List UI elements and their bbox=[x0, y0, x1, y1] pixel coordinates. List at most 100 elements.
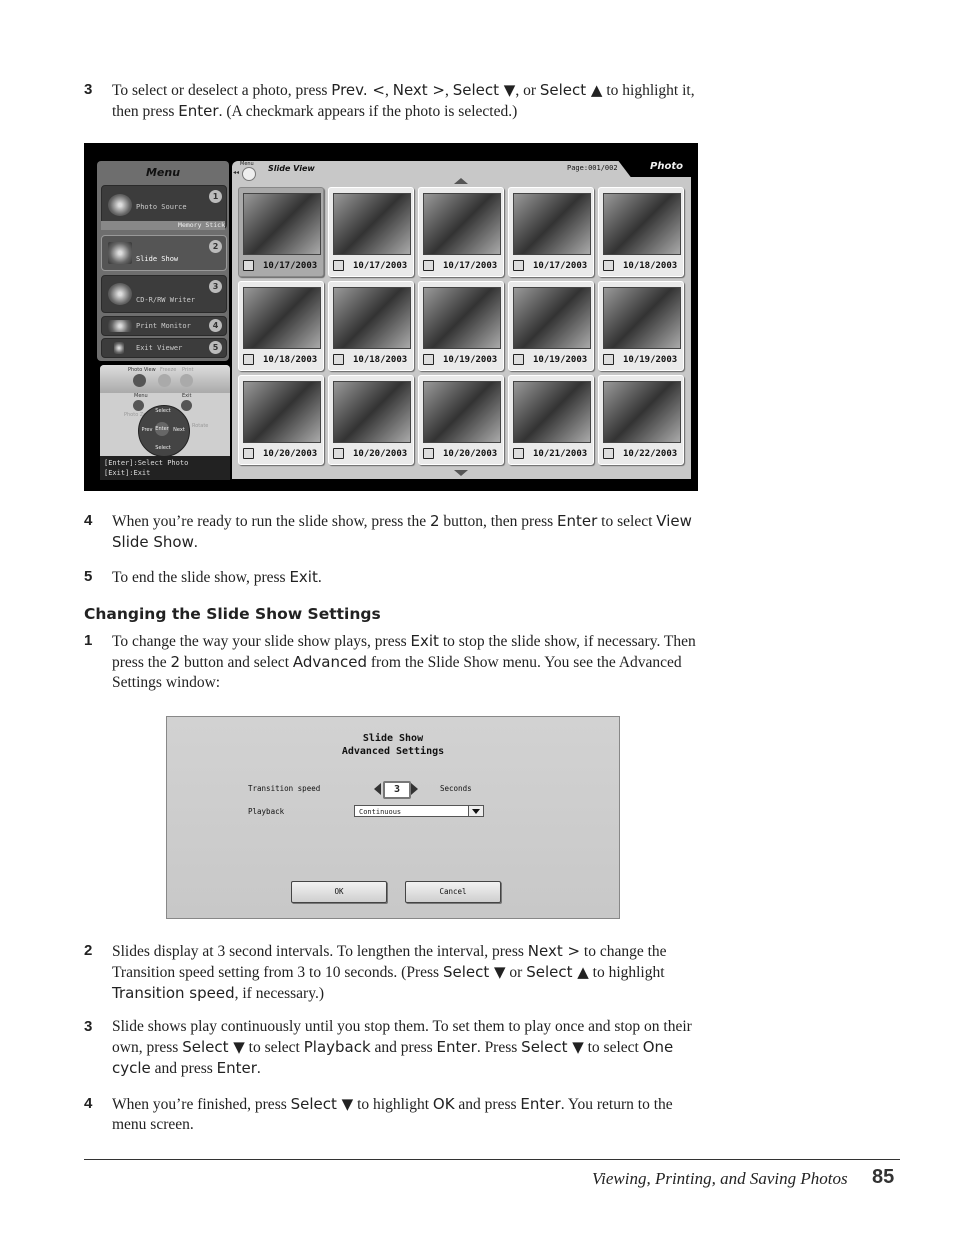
exit-button bbox=[181, 400, 192, 411]
photo-thumbnail[interactable]: 10/19/2003 bbox=[508, 281, 594, 371]
photo-thumbnail[interactable]: 10/17/2003 bbox=[418, 187, 504, 277]
photo-thumbnail[interactable]: 10/18/2003 bbox=[598, 187, 684, 277]
prev-label: Prev bbox=[141, 427, 153, 433]
scroll-down-arrow-icon[interactable] bbox=[454, 470, 468, 476]
photo-thumbnail[interactable]: 10/20/2003 bbox=[238, 375, 324, 465]
photo-thumbnail[interactable]: 10/17/2003 bbox=[508, 187, 594, 277]
photo-thumbnail[interactable]: 10/20/2003 bbox=[328, 375, 414, 465]
photo-thumbnail[interactable]: 10/17/2003 bbox=[328, 187, 414, 277]
text-run: and press bbox=[454, 1096, 521, 1113]
increase-arrow-icon[interactable] bbox=[411, 783, 418, 795]
text-run: or bbox=[505, 964, 527, 981]
text-run: , or bbox=[515, 82, 540, 99]
checkbox-icon[interactable] bbox=[513, 260, 524, 271]
menu-item-print-monitor[interactable]: Print Monitor 4 bbox=[101, 316, 227, 336]
step-number: 4 bbox=[84, 512, 93, 529]
photo-thumbnail[interactable]: 10/18/2003 bbox=[328, 281, 414, 371]
footer-chapter-title: Viewing, Printing, and Saving Photos bbox=[592, 1169, 848, 1188]
photo-image bbox=[243, 193, 321, 255]
photo-thumbnail[interactable]: 10/19/2003 bbox=[418, 281, 504, 371]
menu-item-slide-show[interactable]: Slide Show 2 bbox=[101, 235, 227, 271]
menu-item-label: Exit Viewer bbox=[136, 344, 183, 352]
ui-term: Select ▼ bbox=[521, 1038, 584, 1056]
transition-speed-value[interactable]: 3 bbox=[383, 781, 411, 799]
photo-date: 10/18/2003 bbox=[623, 261, 678, 271]
text-run: . Press bbox=[476, 1039, 522, 1056]
ok-button[interactable]: OK bbox=[291, 881, 387, 903]
checkbox-icon[interactable] bbox=[333, 354, 344, 365]
photo-image bbox=[603, 287, 681, 349]
text-run: button and select bbox=[180, 654, 293, 671]
menu-round-button[interactable] bbox=[242, 167, 256, 181]
photo-image bbox=[423, 287, 501, 349]
slide-view-panel: Menu ◂◂ Slide View Page:001/002 Photo 10… bbox=[232, 159, 693, 479]
checkbox-icon[interactable] bbox=[603, 260, 614, 271]
help-bar: [Enter]:Select Photo [Exit]:Exit bbox=[100, 456, 230, 480]
text-run: . bbox=[256, 1060, 261, 1077]
photo-date: 10/20/2003 bbox=[353, 449, 408, 459]
photo-image bbox=[423, 193, 501, 255]
cd-icon bbox=[108, 283, 132, 305]
photo-date: 10/17/2003 bbox=[533, 261, 588, 271]
step-number: 2 bbox=[84, 942, 93, 959]
checkbox-icon[interactable] bbox=[243, 354, 254, 365]
menu-button bbox=[133, 400, 144, 411]
photo-date: 10/20/2003 bbox=[443, 449, 498, 459]
checkbox-icon[interactable] bbox=[243, 448, 254, 459]
cancel-button[interactable]: Cancel bbox=[405, 881, 501, 903]
ui-term: Enter bbox=[436, 1038, 477, 1056]
ui-term: Next > bbox=[392, 81, 445, 99]
photo-tab: Photo bbox=[617, 159, 693, 177]
photo-source-icon bbox=[108, 194, 132, 216]
scroll-up-arrow-icon[interactable] bbox=[454, 178, 468, 184]
checkbox-icon[interactable] bbox=[423, 448, 434, 459]
step-text: To end the slide show, press Exit. bbox=[112, 567, 704, 588]
text-run: When you’re ready to run the slide show,… bbox=[112, 513, 430, 530]
settings-step-2: 2 Slides display at 3 second intervals. … bbox=[84, 941, 704, 1004]
photo-thumbnail[interactable]: 10/22/2003 bbox=[598, 375, 684, 465]
checkbox-icon[interactable] bbox=[423, 260, 434, 271]
checkbox-icon[interactable] bbox=[513, 448, 524, 459]
photo-image bbox=[243, 381, 321, 443]
decrease-arrow-icon[interactable] bbox=[374, 783, 381, 795]
rotate-label: Rotate bbox=[192, 423, 209, 429]
photo-thumbnail[interactable]: 10/20/2003 bbox=[418, 375, 504, 465]
step-number: 3 bbox=[84, 81, 93, 98]
photo-date: 10/20/2003 bbox=[263, 449, 318, 459]
photo-date: 10/17/2003 bbox=[263, 261, 318, 271]
photo-date: 10/18/2003 bbox=[353, 355, 408, 365]
menu-item-number: 3 bbox=[209, 280, 222, 293]
photo-thumbnail[interactable]: 10/21/2003 bbox=[508, 375, 594, 465]
text-run: to highlight bbox=[353, 1096, 433, 1113]
menu-item-label: CD-R/RW Writer bbox=[136, 296, 196, 304]
menu-item-number: 4 bbox=[209, 319, 222, 332]
checkbox-icon[interactable] bbox=[243, 260, 254, 271]
menu-panel: Menu Photo Source 1 Memory Stick Slide S… bbox=[97, 161, 229, 361]
photo-image bbox=[243, 287, 321, 349]
dropdown-arrow-icon[interactable] bbox=[468, 806, 483, 816]
ui-term: Prev. < bbox=[331, 81, 385, 99]
checkbox-icon[interactable] bbox=[333, 260, 344, 271]
ui-term: Advanced bbox=[292, 653, 367, 671]
step-number: 1 bbox=[84, 632, 93, 649]
checkbox-icon[interactable] bbox=[603, 448, 614, 459]
page-indicator: Page:001/002 bbox=[567, 164, 618, 172]
photo-thumbnail[interactable]: 10/18/2003 bbox=[238, 281, 324, 371]
playback-select[interactable]: Continuous bbox=[354, 805, 484, 817]
page-number: 85 bbox=[872, 1166, 895, 1188]
checkbox-icon[interactable] bbox=[423, 354, 434, 365]
photo-date: 10/21/2003 bbox=[533, 449, 588, 459]
checkbox-icon[interactable] bbox=[513, 354, 524, 365]
menu-item-exit-viewer[interactable]: Exit Viewer 5 bbox=[101, 338, 227, 358]
menu-label: Menu bbox=[134, 393, 148, 399]
menu-item-cd-writer[interactable]: CD-R/RW Writer 3 bbox=[101, 275, 227, 313]
text-run: When you’re finished, press bbox=[112, 1096, 291, 1113]
settings-step-4: 4 When you’re finished, press Select ▼ t… bbox=[84, 1094, 704, 1135]
checkbox-icon[interactable] bbox=[603, 354, 614, 365]
menu-title: Menu bbox=[145, 166, 181, 179]
photo-image bbox=[513, 193, 591, 255]
photo-thumbnail[interactable]: 10/19/2003 bbox=[598, 281, 684, 371]
checkbox-icon[interactable] bbox=[333, 448, 344, 459]
photo-thumbnail[interactable]: 10/17/2003 bbox=[238, 187, 324, 277]
playback-value: Continuous bbox=[359, 808, 402, 816]
